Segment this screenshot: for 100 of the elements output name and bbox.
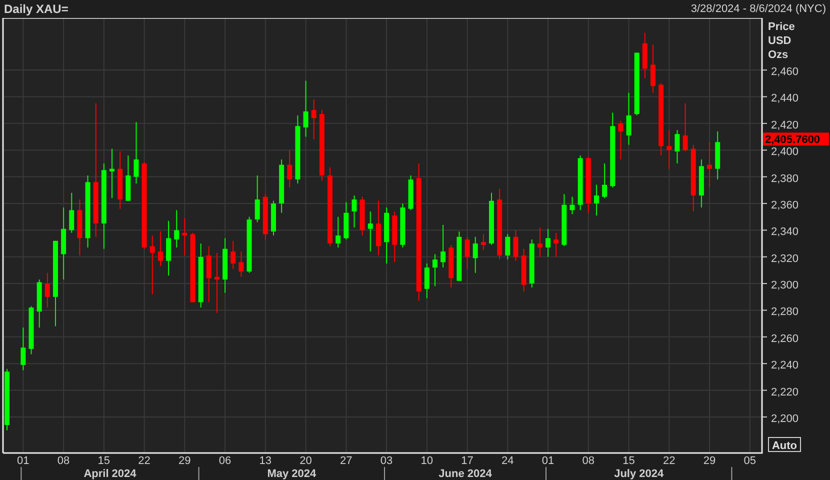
price-tag: 2,405.7600 (763, 132, 829, 146)
candlestick (174, 210, 180, 248)
candlestick (480, 234, 486, 251)
candlestick (400, 202, 406, 248)
candlestick (246, 216, 252, 274)
axis-tick-label: 06 (218, 455, 232, 467)
candlestick (150, 235, 155, 295)
candlestick (642, 32, 648, 79)
axis-tick-label: 2,360 (771, 199, 799, 212)
candlestick (602, 162, 608, 199)
candlestick (440, 224, 446, 268)
candlestick (586, 156, 591, 214)
candlestick (392, 210, 398, 263)
axis-tick-label: 29 (703, 455, 716, 467)
candlestick (118, 150, 123, 210)
candlestick (190, 232, 196, 303)
axis-tick-label: 2,440 (771, 92, 799, 105)
candlestick (206, 246, 212, 303)
candlestick (279, 158, 284, 214)
axis-tick-label: 2,420 (771, 119, 799, 132)
candlestick (529, 239, 534, 288)
candlestick (319, 110, 324, 182)
axis-tick-label: 08 (582, 455, 595, 467)
axis-tick-label: 2,340 (771, 226, 799, 238)
candlestick (214, 252, 220, 314)
candlestick (262, 194, 268, 240)
axis-tick-label: 03 (380, 455, 393, 467)
axis-tick-label: 29 (178, 455, 191, 467)
axis-tick-label: 2,380 (771, 172, 799, 185)
axis-tick-label: 2,260 (771, 332, 799, 345)
auto-button[interactable]: Auto (768, 437, 801, 452)
axis-tick-label: 08 (57, 455, 70, 467)
candlestick (570, 196, 575, 215)
candlestick (432, 254, 438, 287)
axis-tick-label: 22 (138, 455, 150, 467)
candlestick (562, 194, 567, 247)
candlestick (77, 198, 82, 256)
candlestick (182, 218, 188, 256)
candlestick (295, 114, 300, 184)
candlestick (408, 174, 414, 211)
axis-tick-label: 15 (98, 455, 110, 467)
candlestick (4, 368, 10, 431)
candlestick (594, 184, 599, 216)
candlestick (472, 236, 478, 274)
axis-tick-label: 2,460 (771, 66, 799, 78)
candlestick (166, 220, 172, 276)
candlestick (634, 52, 640, 116)
axis-tick-label: 13 (259, 455, 272, 467)
candlestick (424, 263, 430, 299)
candlestick (254, 174, 260, 223)
candlestick (36, 279, 42, 328)
candlestick (352, 194, 357, 228)
axis-tick-label: 15 (622, 455, 635, 467)
candlestick (546, 228, 551, 258)
axis-tick-label: 01 (542, 455, 554, 467)
candlestick (311, 98, 316, 140)
axis-tick-label: 22 (663, 455, 676, 467)
month-label: June 2024 (438, 468, 492, 480)
candlestick (368, 210, 373, 252)
candlestick (489, 192, 494, 246)
axis-title: Price (768, 21, 795, 33)
candlestick (521, 248, 526, 292)
candlestick (456, 231, 462, 282)
candlestick (198, 243, 204, 308)
axis-tick-label: 20 (300, 455, 312, 467)
candlestick (303, 80, 308, 138)
candlestick (698, 158, 704, 208)
candlestick (230, 240, 236, 270)
candlestick (650, 44, 656, 94)
axis-tick-label: 05 (744, 455, 756, 467)
chart-title: Daily XAU= (4, 1, 68, 18)
candlestick (238, 251, 244, 278)
candlestick (707, 142, 712, 188)
axis-tick-label: 24 (502, 455, 514, 467)
candlestick (618, 120, 624, 160)
axis-tick-label: 27 (340, 455, 352, 467)
axis-tick-label: 01 (17, 455, 30, 467)
axis-tick-label: 2,300 (771, 280, 799, 292)
candlestick (134, 122, 139, 184)
axis-title: USD (768, 35, 792, 47)
candlestick (28, 306, 34, 355)
candlestick (222, 238, 228, 294)
axis-tick-label: 2,320 (771, 252, 799, 265)
month-label: April 2024 (84, 468, 136, 480)
axis-tick-label: 2,240 (771, 360, 799, 372)
candlestick (376, 200, 381, 256)
candlestick (448, 244, 454, 288)
candlestick (69, 192, 74, 234)
axis-tick-label: 17 (461, 455, 474, 467)
candlestick (626, 92, 632, 146)
candlestick (126, 154, 131, 202)
axis-tick-label: 10 (420, 455, 434, 467)
axis-tick-label: 2,200 (771, 412, 799, 425)
candlestick (464, 236, 470, 270)
date-range: 3/28/2024 - 8/6/2024 (NYC) (690, 2, 826, 17)
month-label: July 2024 (614, 468, 664, 480)
candlestick (360, 196, 365, 236)
candlestick (384, 206, 390, 264)
candlestick (537, 227, 542, 258)
candlestick (578, 154, 583, 211)
